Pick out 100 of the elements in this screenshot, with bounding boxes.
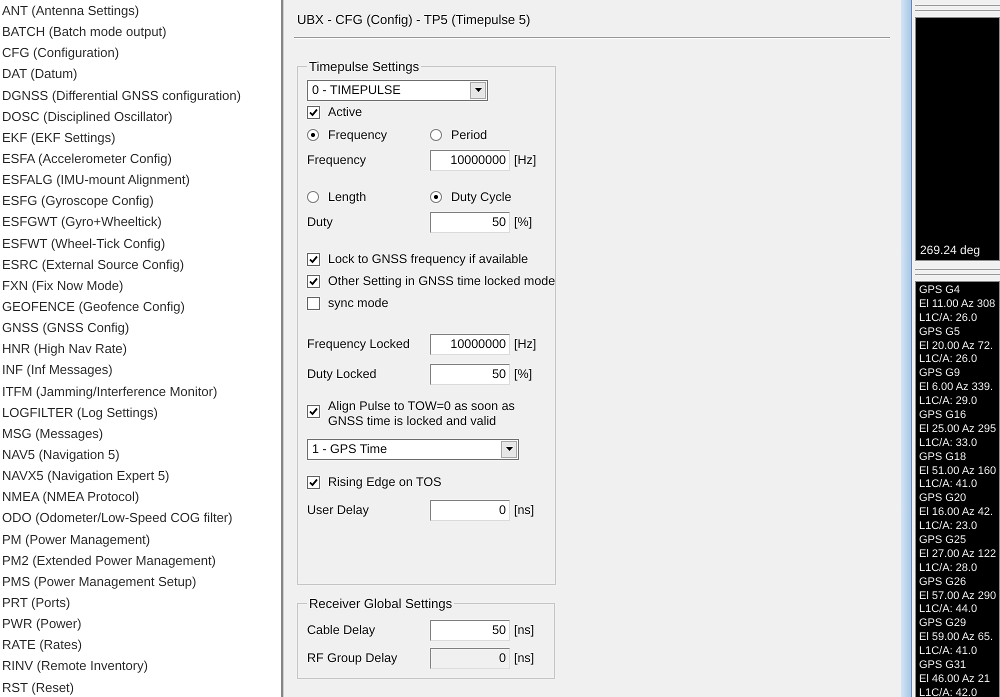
field-label: Duty — [307, 215, 334, 229]
panel-title: UBX - CFG (Config) - TP5 (Timepulse 5) — [297, 11, 532, 29]
caret-icon[interactable] — [506, 447, 512, 451]
checkbox[interactable] — [307, 252, 320, 266]
unit-label: [Hz] — [514, 337, 536, 351]
sidebar-item[interactable]: NMEA (NMEA Protocol) — [2, 486, 278, 508]
radio-button[interactable] — [430, 191, 442, 203]
sidebar-item[interactable]: MSG (Messages) — [2, 422, 278, 444]
checkbox-label: Align Pulse to TOW=0 as soon as GNSS time is locked and valid — [328, 399, 516, 429]
satellite-position: El 27.00 Az 122 — [919, 548, 998, 562]
satellite-name: GPS G20 — [919, 492, 968, 506]
sidebar-item[interactable]: ESRC (External Source Config) — [2, 254, 278, 275]
satellite-name: GPS G4 — [919, 284, 961, 298]
sidebar-item[interactable]: PRT (Ports) — [2, 592, 278, 614]
sidebar-item[interactable]: RST (Reset) — [2, 676, 278, 697]
satellite-position: El 11.00 Az 308 — [919, 298, 996, 312]
satellite-signal: L1C/A: 33.0 — [919, 436, 978, 451]
unit-label: [Hz] — [514, 153, 536, 167]
satellite-signal: L1C/A: 42.0 — [919, 686, 978, 697]
sidebar-item[interactable]: ESFGWT (Gyro+Wheeltick) — [2, 211, 278, 233]
sidebar-item[interactable]: GNSS (GNSS Config) — [2, 317, 278, 338]
checkbox[interactable] — [307, 296, 320, 310]
sidebar-item[interactable]: PM (Power Management) — [2, 528, 278, 550]
sidebar-item[interactable]: NAVX5 (Navigation Expert 5) — [2, 465, 278, 486]
satellite-signal: L1C/A: 28.0 — [919, 562, 978, 576]
input-field[interactable]: 50 — [430, 620, 510, 640]
sidebar-item[interactable]: INF (Inf Messages) — [2, 359, 278, 381]
sidebar-item[interactable]: PMS (Power Management Setup) — [2, 570, 278, 592]
satellite-signal: L1C/A: 44.0 — [919, 603, 978, 618]
checkbox[interactable] — [307, 476, 320, 488]
checkbox[interactable] — [307, 274, 320, 288]
radio-button[interactable] — [307, 191, 319, 203]
radio-label: Period — [451, 128, 488, 142]
dropdown[interactable]: 0 - TIMEPULSE — [307, 80, 488, 100]
satellite-name: GPS G25 — [919, 534, 968, 548]
satellite-name: GPS G26 — [919, 576, 968, 590]
satellite-position: El 59.00 Az 65. — [919, 631, 994, 646]
sidebar-item[interactable]: ESFALG (IMU-mount Alignment) — [2, 169, 278, 190]
sidebar-item[interactable]: PWR (Power) — [2, 613, 278, 634]
satellite-signal: L1C/A: 41.0 — [919, 478, 978, 492]
satellite-name: GPS G18 — [919, 450, 968, 465]
input-field[interactable]: 0 — [430, 500, 510, 520]
field-label: Duty Locked — [307, 367, 378, 381]
satellite-position: El 16.00 Az 42. — [919, 506, 994, 520]
sidebar-item[interactable]: ITFM (Jamming/Interference Monitor) — [2, 380, 278, 402]
sidebar-item[interactable]: LOGFILTER (Log Settings) — [2, 402, 278, 423]
radio-label: Length — [328, 190, 366, 204]
sidebar-item[interactable]: FXN (Fix Now Mode) — [2, 274, 278, 296]
satellite-signal: L1C/A: 29.0 — [919, 395, 978, 410]
sidebar-item[interactable]: EKF (EKF Settings) — [2, 126, 278, 148]
sidebar-item[interactable]: RINV (Remote Inventory) — [2, 655, 278, 676]
satellite-position: El 57.00 Az 290 — [919, 590, 998, 604]
field-label: Frequency — [307, 153, 368, 167]
input-field[interactable]: 10000000 — [430, 150, 510, 170]
input-field[interactable]: 50 — [430, 364, 510, 384]
radio-button[interactable] — [430, 129, 442, 141]
sidebar-item[interactable]: GEOFENCE (Geofence Config) — [2, 296, 278, 318]
satellite-name: GPS G9 — [919, 367, 961, 382]
sidebar-item[interactable]: RATE (Rates) — [2, 634, 278, 656]
sidebar-item[interactable]: DAT (Datum) — [2, 63, 278, 85]
satellite-signal: L1C/A: 26.0 — [919, 353, 978, 368]
unit-label: [%] — [514, 215, 532, 229]
sidebar-item[interactable]: ESFG (Gyroscope Config) — [2, 190, 278, 212]
sidebar-item[interactable]: DOSC (Disciplined Oscillator) — [2, 106, 278, 127]
field-label: Cable Delay — [307, 623, 376, 637]
radio-button[interactable] — [307, 129, 319, 141]
unit-label: [ns] — [514, 651, 534, 665]
sidebar-item[interactable]: ESFWT (Wheel-Tick Config) — [2, 232, 278, 254]
sidebar-item[interactable]: ANT (Antenna Settings) — [2, 0, 278, 22]
sidebar-item[interactable]: PM2 (Extended Power Management) — [2, 550, 278, 571]
checkbox[interactable] — [307, 405, 320, 418]
satellite-name: GPS G5 — [919, 326, 961, 340]
dropdown[interactable]: 1 - GPS Time — [307, 438, 519, 460]
radio-label: Frequency — [328, 128, 388, 142]
sidebar-item[interactable]: CFG (Configuration) — [2, 42, 278, 64]
checkbox-label: sync mode — [328, 296, 388, 310]
sidebar-item[interactable]: ESFA (Accelerometer Config) — [2, 148, 278, 170]
input-field[interactable]: 50 — [430, 212, 510, 232]
radio-label: Duty Cycle — [451, 190, 512, 204]
sidebar-item[interactable]: ODO (Odometer/Low-Speed COG filter) — [2, 507, 278, 529]
field-label: RF Group Delay — [307, 651, 398, 665]
satellite-signal: L1C/A: 26.0 — [919, 312, 978, 326]
caret-icon[interactable] — [474, 88, 482, 92]
input-field[interactable]: 10000000 — [430, 334, 510, 354]
checkbox[interactable] — [307, 106, 320, 118]
group-title: Timepulse Settings — [308, 59, 420, 74]
satellite-name: GPS G29 — [919, 617, 968, 632]
unit-label: [ns] — [514, 503, 534, 517]
unit-label: [%] — [514, 367, 532, 381]
checkbox-label: Rising Edge on TOS — [328, 475, 442, 489]
sidebar-item[interactable]: BATCH (Batch mode output) — [2, 21, 278, 42]
field-label: Frequency Locked — [307, 337, 411, 351]
satellite-signal: L1C/A: 41.0 — [919, 645, 978, 660]
satellite-position: El 25.00 Az 295 — [919, 422, 998, 437]
satellite-position: El 46.00 Az 21 — [919, 672, 991, 687]
group-title: Receiver Global Settings — [308, 596, 454, 611]
sidebar-item[interactable]: NAV5 (Navigation 5) — [2, 444, 278, 466]
sidebar-item[interactable]: DGNSS (Differential GNSS configuration) — [2, 84, 278, 106]
sidebar-item[interactable]: HNR (High Nav Rate) — [2, 338, 278, 360]
satellite-name: GPS G31 — [919, 659, 968, 673]
